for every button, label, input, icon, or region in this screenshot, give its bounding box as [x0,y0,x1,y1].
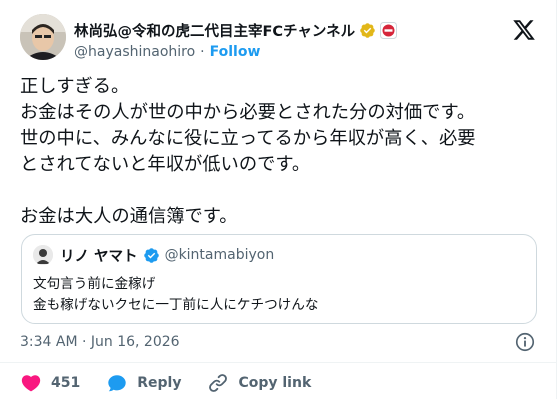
reply-bubble-icon [108,375,126,392]
quoted-author-avatar [33,245,53,265]
tweet-body-line: とされてないと年収が低いのです。 [20,154,311,175]
affiliate-badge-icon [380,21,398,39]
tweet-body-line: お金はその人が世の中から必要とされた分の対価です。 [20,102,476,123]
copy-link-button[interactable]: Copy link [207,372,311,394]
divider [0,362,557,363]
like-button[interactable]: 451 [20,372,80,394]
tweet-body-line: お金は大人の通信簿です。 [20,206,238,227]
blue-verified-icon [143,247,160,264]
separator-dot: · [200,44,205,60]
tweet-body-line: 世の中に、みんなに役に立ってるから年収が高く、必要 [20,128,476,149]
quoted-text-line: 文句言う前に金稼げ [33,276,156,292]
quoted-text: 文句言う前に金稼げ 金も稼げないクセに一丁前に人にケチつけんな [33,274,318,316]
heart-icon [21,375,41,392]
action-bar: 451 Reply Copy link [20,370,337,396]
x-logo-icon[interactable] [512,18,536,42]
quoted-name-row: リノ ヤマト @kintamabiyon [60,244,274,266]
author-name-row[interactable]: 林尚弘@令和の虎二代目主宰FCチャンネル [74,19,398,41]
tweet-timestamp[interactable]: 3:34 AM · Jun 16, 2026 [20,332,180,352]
like-count: 451 [51,375,81,391]
gold-verified-icon [359,22,376,39]
tweet-body: 正しすぎる。 お金はその人が世の中から必要とされた分の対価です。 世の中に、みん… [20,74,545,230]
reply-label: Reply [137,375,182,391]
author-avatar[interactable] [20,14,66,60]
tweet-body-line: 正しすぎる。 [20,76,130,97]
quoted-text-line: 金も稼げないクセに一丁前に人にケチつけんな [33,297,319,313]
author-avatar-image [20,14,66,60]
copy-link-label: Copy link [238,375,312,391]
info-icon[interactable] [514,331,536,353]
author-handle[interactable]: @hayashinaohiro [74,44,195,60]
quoted-tweet[interactable]: リノ ヤマト @kintamabiyon 文句言う前に金稼げ 金も稼げないクセに… [21,234,537,324]
reply-button[interactable]: Reply [106,372,181,394]
link-icon [209,374,228,392]
follow-button[interactable]: Follow [210,44,261,60]
tweet-embed-card: 林尚弘@令和の虎二代目主宰FCチャンネル @hayashinaohiro · F… [0,0,557,399]
author-display-name[interactable]: 林尚弘@令和の虎二代目主宰FCチャンネル [74,20,355,41]
quoted-display-name: リノ ヤマト [60,248,138,265]
author-handle-row: @hayashinaohiro · Follow [74,42,260,62]
quoted-handle: @kintamabiyon [164,247,275,263]
